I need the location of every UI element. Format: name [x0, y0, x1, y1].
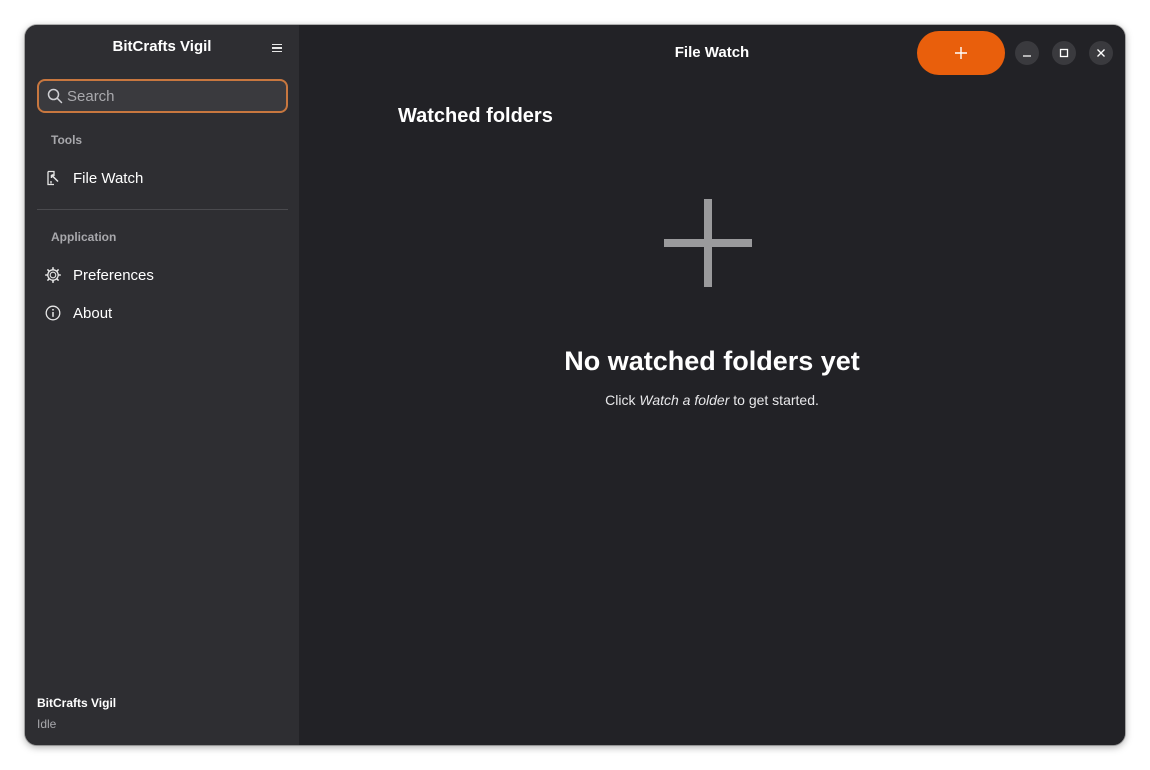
sidebar-item-about[interactable]: About — [37, 296, 288, 330]
sidebar-item-preferences[interactable]: Preferences — [37, 258, 288, 292]
search-field[interactable] — [37, 79, 288, 113]
close-icon — [1097, 49, 1105, 57]
section-heading: Watched folders — [398, 105, 553, 127]
footer-status: Idle — [37, 717, 57, 731]
section-label-application: Application — [51, 230, 117, 244]
empty-state-title: No watched folders yet — [564, 346, 860, 376]
search-input[interactable] — [67, 85, 277, 107]
app-window: BitCrafts Vigil Tools — [25, 25, 1125, 745]
file-watch-icon — [44, 169, 62, 187]
section-label-tools: Tools — [51, 133, 83, 147]
maximize-icon — [1059, 48, 1069, 58]
search-icon — [47, 88, 63, 104]
sidebar-header: BitCrafts Vigil — [25, 25, 299, 71]
gear-icon — [44, 266, 62, 284]
minimize-button[interactable] — [1015, 41, 1039, 65]
hamburger-menu-icon[interactable] — [265, 39, 289, 57]
sidebar-divider — [37, 209, 288, 210]
sidebar: BitCrafts Vigil Tools — [25, 25, 299, 745]
maximize-button[interactable] — [1052, 41, 1076, 65]
app-title: BitCrafts Vigil — [112, 38, 212, 55]
empty-desc-suffix: to get started. — [729, 392, 819, 408]
add-folder-button[interactable] — [917, 31, 1005, 75]
sidebar-item-label: About — [73, 304, 113, 322]
sidebar-item-label: Preferences — [73, 266, 154, 284]
sidebar-item-file-watch[interactable]: File Watch — [37, 161, 288, 195]
plus-icon — [664, 199, 752, 287]
main-content: File Watch Watched folders No watched fo… — [299, 25, 1125, 745]
sidebar-item-label: File Watch — [73, 169, 144, 187]
footer-app-name: BitCrafts Vigil — [37, 696, 117, 710]
empty-desc-prefix: Click — [605, 392, 640, 408]
info-icon — [44, 304, 62, 322]
empty-desc-emphasis: Watch a folder — [639, 392, 730, 408]
minimize-icon — [1023, 55, 1031, 57]
plus-icon — [955, 47, 967, 59]
close-button[interactable] — [1089, 41, 1113, 65]
empty-state-description: Click Watch a folder to get started. — [299, 392, 1125, 408]
